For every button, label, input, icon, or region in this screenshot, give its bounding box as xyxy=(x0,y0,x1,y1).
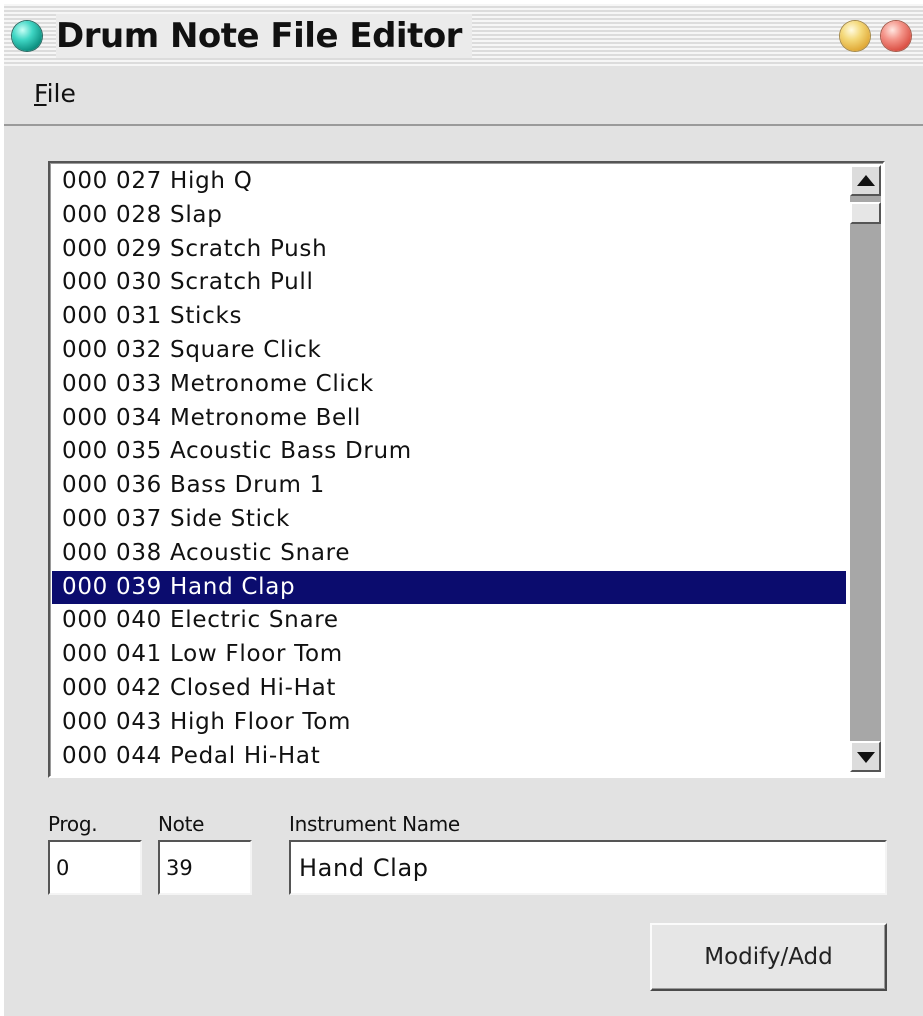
list-item[interactable]: 000 028 Slap xyxy=(52,199,846,233)
scroll-down-button[interactable] xyxy=(850,741,881,772)
list-item[interactable]: 000 043 High Floor Tom xyxy=(52,706,846,740)
list-item[interactable]: 000 029 Scratch Push xyxy=(52,233,846,267)
menu-bar: File xyxy=(4,66,923,126)
vertical-scrollbar[interactable] xyxy=(850,165,881,772)
modify-add-button[interactable]: Modify/Add xyxy=(650,923,887,991)
scroll-up-button[interactable] xyxy=(850,165,881,196)
close-button[interactable] xyxy=(881,21,911,51)
up-arrow-icon xyxy=(857,175,875,186)
instrument-name-label: Instrument Name xyxy=(289,812,460,836)
list-item[interactable]: 000 037 Side Stick xyxy=(52,503,846,537)
prog-input[interactable] xyxy=(48,840,142,895)
list-item[interactable]: 000 030 Scratch Pull xyxy=(52,266,846,300)
note-input[interactable] xyxy=(158,840,252,895)
list-item[interactable]: 000 040 Electric Snare xyxy=(52,604,846,638)
scroll-thumb[interactable] xyxy=(850,202,881,224)
instrument-name-input[interactable] xyxy=(289,840,887,895)
list-item[interactable]: 000 034 Metronome Bell xyxy=(52,402,846,436)
drum-note-list[interactable]: 000 027 High Q 000 028 Slap 000 029 Scratc… xyxy=(48,161,885,778)
list-item[interactable]: 000 042 Closed Hi-Hat xyxy=(52,672,846,706)
app-window: Drum Note File Editor File 000 027 High … xyxy=(4,4,923,1016)
down-arrow-icon xyxy=(857,752,875,763)
list-item[interactable]: 000 033 Metronome Click xyxy=(52,368,846,402)
prog-label: Prog. xyxy=(48,812,98,836)
minimize-button[interactable] xyxy=(840,21,870,51)
list-item[interactable]: 000 032 Square Click xyxy=(52,334,846,368)
list-item[interactable]: 000 044 Pedal Hi-Hat xyxy=(52,740,846,774)
menu-file-label: ile xyxy=(46,79,76,108)
window-title: Drum Note File Editor xyxy=(56,14,472,58)
app-icon[interactable] xyxy=(12,21,42,51)
list-item[interactable]: 000 038 Acoustic Snare xyxy=(52,537,846,571)
list-item[interactable]: 000 036 Bass Drum 1 xyxy=(52,469,846,503)
list-item[interactable]: 000 031 Sticks xyxy=(52,300,846,334)
menu-file-mnemonic: F xyxy=(34,79,47,108)
list-item[interactable]: 000 035 Acoustic Bass Drum xyxy=(52,435,846,469)
list-item-selected[interactable]: 000 039 Hand Clap xyxy=(52,570,846,605)
note-label: Note xyxy=(158,812,205,836)
list-item[interactable]: 000 041 Low Floor Tom xyxy=(52,638,846,672)
menu-file[interactable]: File xyxy=(34,78,76,110)
list-item[interactable]: 000 027 High Q xyxy=(52,165,846,199)
list-rows: 000 027 High Q 000 028 Slap 000 029 Scratc… xyxy=(52,165,846,773)
title-bar[interactable]: Drum Note File Editor xyxy=(4,4,923,66)
